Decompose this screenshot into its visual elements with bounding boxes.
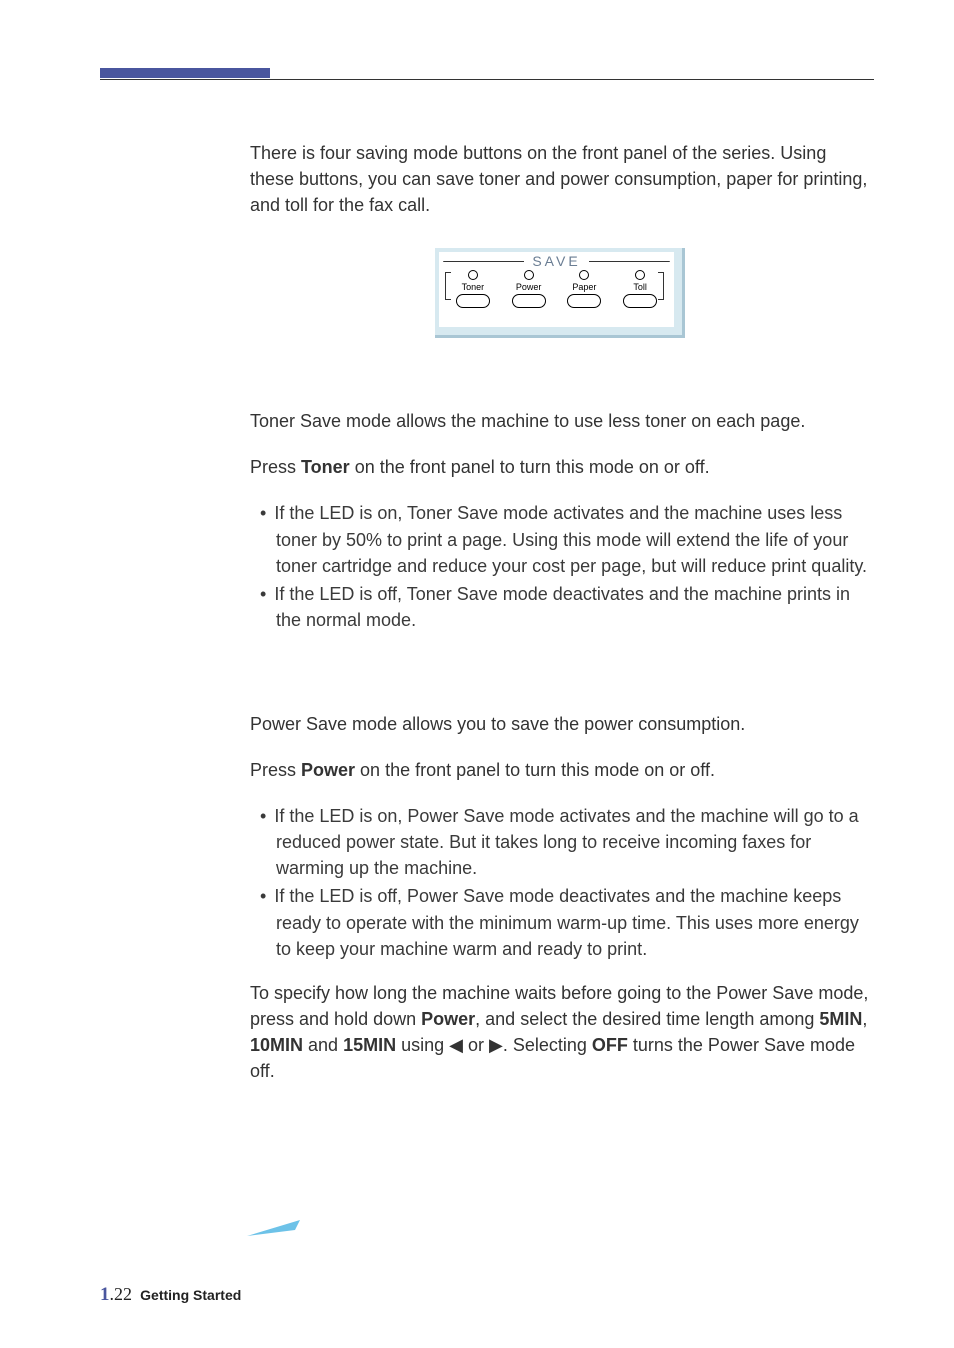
led-icon bbox=[579, 270, 589, 280]
page-number: .22 bbox=[110, 1284, 133, 1304]
list-item: If the LED is on, Toner Save mode activa… bbox=[250, 500, 870, 578]
list-item: If the LED is off, Toner Save mode deact… bbox=[250, 581, 870, 633]
power-p2: Press Power on the front panel to turn t… bbox=[250, 757, 870, 783]
chapter-number: 1 bbox=[100, 1284, 110, 1305]
button-icon bbox=[456, 294, 490, 308]
diagram-toner-button: Toner bbox=[447, 270, 499, 308]
led-icon bbox=[468, 270, 478, 280]
diagram-paper-button: Paper bbox=[558, 270, 610, 308]
diagram-title: SAVE bbox=[524, 253, 588, 269]
left-arrow-icon: ◀ bbox=[449, 1035, 463, 1055]
button-icon bbox=[623, 294, 657, 308]
toner-p1: Toner Save mode allows the machine to us… bbox=[250, 408, 870, 434]
power-p3: To specify how long the machine waits be… bbox=[250, 980, 870, 1084]
toner-bullets: If the LED is on, Toner Save mode activa… bbox=[250, 500, 870, 632]
power-p1: Power Save mode allows you to save the p… bbox=[250, 711, 870, 737]
header-rule bbox=[100, 68, 874, 80]
led-icon bbox=[635, 270, 645, 280]
diagram-power-button: Power bbox=[503, 270, 555, 308]
list-item: If the LED is on, Power Save mode activa… bbox=[250, 803, 870, 881]
button-icon bbox=[567, 294, 601, 308]
power-bullets: If the LED is on, Power Save mode activa… bbox=[250, 803, 870, 962]
swoosh-icon bbox=[245, 1216, 305, 1240]
page-footer: 1.22 Getting Started bbox=[100, 1284, 241, 1306]
list-item: If the LED is off, Power Save mode deact… bbox=[250, 883, 870, 961]
toner-p2: Press Toner on the front panel to turn t… bbox=[250, 454, 870, 480]
save-panel-diagram: SAVE Toner Power bbox=[435, 248, 685, 338]
intro-paragraph: There is four saving mode buttons on the… bbox=[250, 140, 870, 218]
led-icon bbox=[524, 270, 534, 280]
section-title: Getting Started bbox=[136, 1287, 241, 1303]
right-arrow-icon: ▶ bbox=[489, 1035, 503, 1055]
button-icon bbox=[512, 294, 546, 308]
